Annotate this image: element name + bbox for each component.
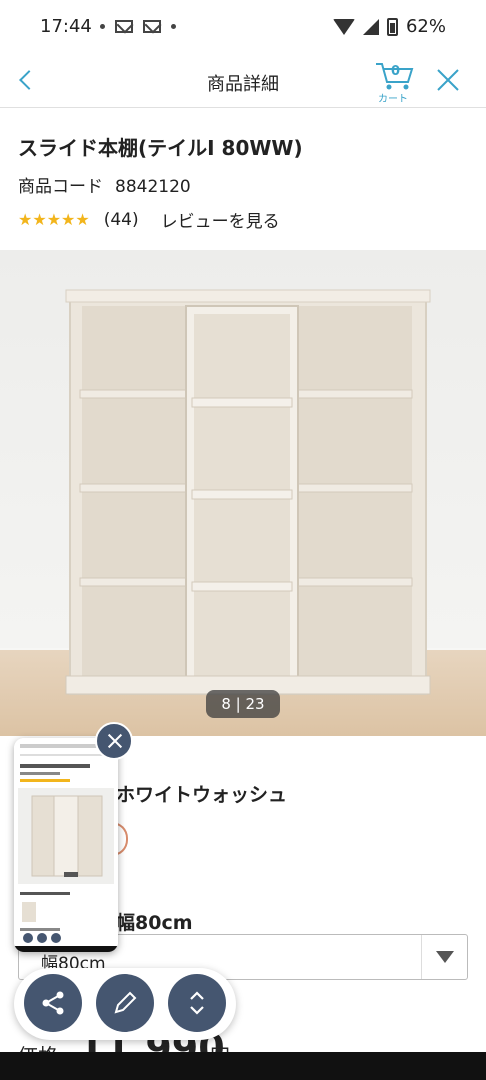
battery-icon bbox=[386, 17, 398, 36]
notification-dot-icon bbox=[100, 24, 105, 29]
cart-button[interactable]: 0 カート bbox=[374, 60, 418, 105]
size-label: 幅80cm bbox=[116, 912, 193, 934]
review-link[interactable]: レビューを見る bbox=[161, 207, 280, 232]
navigation-bar bbox=[0, 1052, 486, 1080]
dropdown-arrow-icon[interactable] bbox=[421, 935, 467, 979]
bookshelf-illustration bbox=[65, 289, 431, 695]
system-icons: 62% bbox=[332, 16, 446, 37]
status-bar: 17:44 62% bbox=[0, 0, 486, 56]
expand-button[interactable] bbox=[168, 974, 226, 1032]
product-image[interactable]: 8 | 23 bbox=[0, 250, 486, 736]
mail-icon bbox=[143, 20, 161, 33]
product-code-row: 商品コード 8842120 bbox=[18, 172, 191, 197]
preview-close-button[interactable] bbox=[95, 722, 133, 760]
app-header: 商品詳細 0 カート bbox=[0, 56, 486, 108]
rating-stars-icon: ★★★★★ bbox=[18, 210, 90, 229]
battery-percent: 62% bbox=[405, 16, 446, 37]
review-count: (44) bbox=[103, 209, 139, 230]
mail-icon bbox=[115, 20, 133, 33]
rating-row: ★★★★★ (44) レビューを見る bbox=[18, 207, 280, 233]
notification-dot-icon bbox=[171, 24, 176, 29]
notification-icons bbox=[100, 20, 176, 33]
close-icon bbox=[437, 69, 459, 91]
cart-count-badge: 0 bbox=[391, 64, 401, 79]
screenshot-toolbar bbox=[14, 968, 236, 1040]
share-icon bbox=[42, 991, 64, 1015]
product-code-value: 8842120 bbox=[115, 177, 191, 197]
signal-icon bbox=[362, 18, 379, 35]
image-counter: 8 | 23 bbox=[206, 690, 280, 718]
screenshot-preview[interactable] bbox=[14, 738, 118, 952]
cart-label: カート bbox=[378, 94, 408, 105]
edit-icon bbox=[114, 991, 137, 1014]
share-button[interactable] bbox=[24, 974, 82, 1032]
product-title: スライド本棚(テイルI 80WW) bbox=[18, 136, 303, 160]
edit-button[interactable] bbox=[96, 974, 154, 1032]
screenshot-thumbnail bbox=[14, 738, 118, 952]
product-code-label: 商品コード bbox=[18, 177, 103, 197]
color-name: ホワイトウォッシュ bbox=[116, 784, 288, 806]
close-button[interactable] bbox=[436, 68, 460, 92]
expand-icon bbox=[190, 991, 204, 1015]
wifi-icon bbox=[332, 18, 355, 35]
status-time: 17:44 bbox=[40, 16, 92, 37]
